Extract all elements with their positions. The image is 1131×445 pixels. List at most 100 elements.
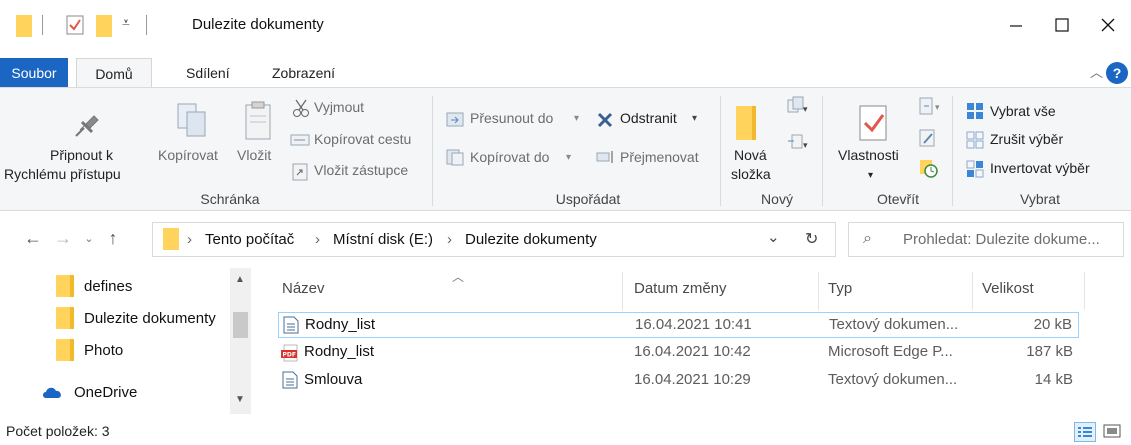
- pin-icon[interactable]: [72, 108, 102, 140]
- column-divider[interactable]: [1084, 272, 1085, 310]
- column-divider[interactable]: [818, 272, 819, 310]
- breadcrumb-separator-icon[interactable]: ›: [315, 231, 320, 248]
- table-row[interactable]: Rodny_list 16.04.2021 10:41 Textový doku…: [278, 312, 1079, 338]
- minimize-button[interactable]: [993, 8, 1039, 42]
- nav-item-onedrive[interactable]: OneDrive: [42, 380, 137, 404]
- new-item-icon[interactable]: ▾: [786, 96, 808, 116]
- svg-text:▾: ▾: [803, 104, 808, 114]
- open-icon[interactable]: ▾: [918, 96, 944, 116]
- select-all-icon[interactable]: [966, 102, 984, 120]
- copy-path-icon[interactable]: [290, 133, 310, 147]
- easy-access-icon[interactable]: ▾: [786, 132, 808, 152]
- properties-dropdown-icon[interactable]: ▾: [868, 166, 873, 185]
- copy-path-button[interactable]: Kopírovat cestu: [314, 130, 411, 149]
- ribbon-tab-strip: Soubor Domů Sdílení Zobrazení ︿ ?: [0, 58, 1131, 88]
- scroll-down-icon[interactable]: ▼: [235, 394, 245, 405]
- tab-file[interactable]: Soubor: [0, 58, 68, 88]
- delete-dropdown-icon[interactable]: ▾: [692, 109, 697, 128]
- paste-button[interactable]: Vložit: [237, 146, 271, 165]
- pin-label-1[interactable]: Připnout k: [50, 146, 113, 165]
- tab-view[interactable]: Zobrazení: [262, 58, 345, 88]
- cut-button[interactable]: Vyjmout: [314, 98, 364, 117]
- new-folder-label-1[interactable]: Nová: [734, 146, 767, 165]
- breadcrumb-separator-icon[interactable]: ›: [447, 231, 452, 248]
- column-header-type[interactable]: Typ: [828, 280, 852, 297]
- move-to-button[interactable]: Přesunout do: [470, 109, 553, 128]
- new-folder-quick-icon[interactable]: [96, 15, 112, 37]
- rename-button[interactable]: Přejmenovat: [620, 148, 699, 167]
- forward-icon[interactable]: →: [52, 227, 74, 249]
- divider: [42, 15, 43, 35]
- breadcrumb-local-disk[interactable]: Místní disk (E:): [333, 231, 433, 248]
- move-to-icon[interactable]: [446, 110, 464, 128]
- delete-icon[interactable]: [596, 111, 614, 129]
- nav-item-dulezite-dokumenty[interactable]: Dulezite dokumenty: [56, 306, 216, 330]
- group-label-new: Nový: [761, 191, 793, 207]
- copy-to-dropdown-icon[interactable]: ▾: [566, 148, 571, 167]
- delete-button[interactable]: Odstranit: [620, 109, 677, 128]
- paste-icon[interactable]: [244, 100, 272, 142]
- column-header-date[interactable]: Datum změny: [634, 280, 727, 297]
- minimize-icon: [1010, 25, 1022, 27]
- group-label-open: Otevřít: [876, 191, 919, 207]
- text-file-icon: [282, 371, 298, 389]
- new-folder-label-2[interactable]: složka: [731, 165, 771, 184]
- large-icons-view-icon[interactable]: [1102, 422, 1124, 442]
- nav-item-photo[interactable]: Photo: [56, 338, 123, 362]
- details-view-icon[interactable]: [1074, 422, 1096, 442]
- rename-icon[interactable]: [596, 150, 616, 164]
- copy-icon[interactable]: [176, 102, 208, 140]
- file-size: 14 kB: [1034, 371, 1073, 388]
- breadcrumb-current-folder[interactable]: Dulezite dokumenty: [465, 231, 597, 248]
- new-folder-icon[interactable]: [734, 104, 762, 144]
- address-dropdown-icon[interactable]: ⌄: [767, 228, 780, 246]
- properties-icon[interactable]: [858, 104, 890, 142]
- copy-to-icon[interactable]: [446, 148, 464, 166]
- cut-icon[interactable]: [292, 98, 310, 118]
- maximize-button[interactable]: [1039, 8, 1085, 42]
- search-box[interactable]: ⌕ Prohledat: Dulezite dokume...: [848, 222, 1124, 257]
- help-icon[interactable]: ?: [1106, 62, 1128, 84]
- copy-button[interactable]: Kopírovat: [158, 146, 218, 165]
- divider: [432, 96, 433, 206]
- pin-label-2[interactable]: Rychlému přístupu: [4, 165, 121, 184]
- column-header-size[interactable]: Velikost: [982, 280, 1034, 297]
- table-row[interactable]: PDF Rodny_list 16.04.2021 10:42 Microsof…: [278, 340, 1079, 366]
- tab-share[interactable]: Sdílení: [176, 58, 240, 88]
- breadcrumb-this-pc[interactable]: Tento počítač: [205, 231, 294, 248]
- copy-to-button[interactable]: Kopírovat do: [470, 148, 549, 167]
- properties-quick-icon[interactable]: [66, 15, 84, 35]
- up-icon[interactable]: ↑: [102, 227, 124, 249]
- paste-shortcut-icon[interactable]: [292, 163, 308, 181]
- recent-locations-icon[interactable]: ⌄: [78, 227, 100, 249]
- paste-shortcut-button[interactable]: Vložit zástupce: [314, 161, 408, 180]
- scroll-up-icon[interactable]: ▲: [235, 274, 245, 285]
- scrollbar-thumb[interactable]: [233, 312, 248, 338]
- group-label-clipboard: Schránka: [200, 191, 260, 207]
- nav-pane-scrollbar[interactable]: ▲ ▼: [230, 268, 251, 414]
- refresh-icon[interactable]: ↻: [805, 229, 818, 249]
- nav-item-defines[interactable]: defines: [56, 274, 132, 298]
- move-to-dropdown-icon[interactable]: ▾: [574, 109, 579, 128]
- invert-selection-icon[interactable]: [966, 160, 984, 178]
- table-row[interactable]: Smlouva 16.04.2021 10:29 Textový dokumen…: [278, 368, 1079, 394]
- column-header-name[interactable]: Název: [282, 280, 325, 297]
- history-icon[interactable]: [918, 158, 938, 178]
- select-all-button[interactable]: Vybrat vše: [990, 102, 1056, 121]
- svg-text:▾: ▾: [803, 140, 808, 150]
- back-icon[interactable]: ←: [22, 227, 44, 249]
- close-button[interactable]: [1085, 8, 1131, 42]
- properties-button[interactable]: Vlastnosti: [838, 146, 899, 165]
- select-none-icon[interactable]: [966, 131, 984, 149]
- invert-selection-button[interactable]: Invertovat výběr: [990, 159, 1090, 178]
- edit-icon[interactable]: [918, 128, 938, 148]
- divider: [146, 15, 147, 35]
- address-bar[interactable]: › Tento počítač › Místní disk (E:) › Dul…: [152, 222, 836, 257]
- quick-access-dropdown-icon[interactable]: ⩡: [122, 14, 130, 31]
- column-divider[interactable]: [972, 272, 973, 310]
- tab-home[interactable]: Domů: [76, 58, 152, 88]
- search-input[interactable]: Prohledat: Dulezite dokume...: [903, 231, 1100, 248]
- column-divider[interactable]: [622, 272, 623, 310]
- select-none-button[interactable]: Zrušit výběr: [990, 130, 1063, 149]
- breadcrumb-separator-icon[interactable]: ›: [187, 231, 192, 248]
